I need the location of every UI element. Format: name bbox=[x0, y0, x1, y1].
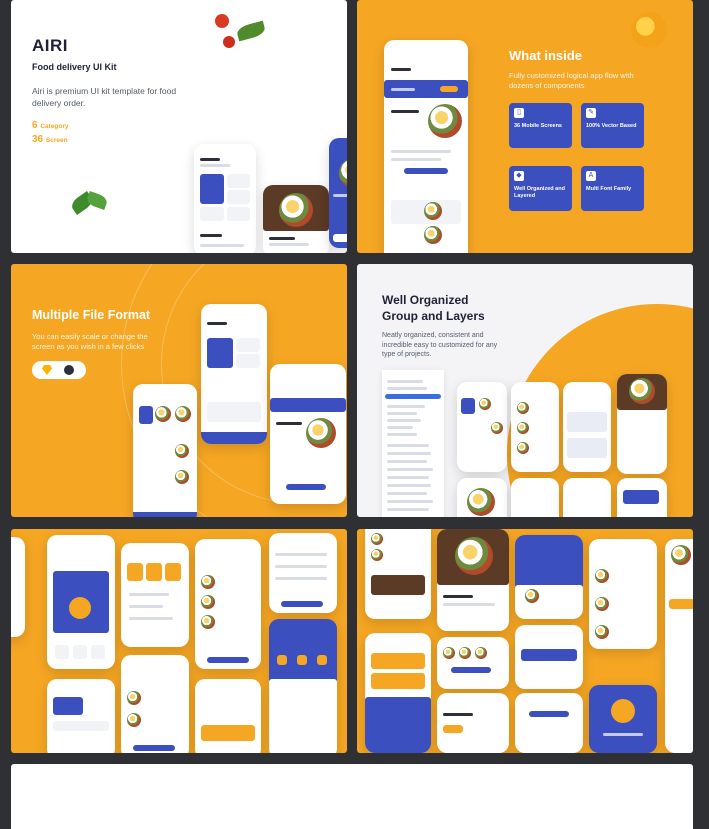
feature-card-font-family: A Multi Font Family bbox=[581, 166, 644, 211]
feature-card-mobile-screens: ▯ 36 Mobile Screens bbox=[509, 103, 572, 148]
feature-label: 36 Mobile Screens bbox=[514, 123, 562, 129]
figma-icon bbox=[64, 365, 74, 375]
source-of-fund-screen-mockup bbox=[515, 625, 583, 689]
mini-screen-mockup bbox=[617, 478, 667, 517]
orange-fruit-decoration bbox=[631, 12, 667, 48]
sketch-icon bbox=[42, 365, 52, 375]
layers-icon: ◆ bbox=[514, 171, 524, 181]
explore-screen-mockup bbox=[133, 384, 197, 517]
stat-category: 6 Category bbox=[32, 120, 69, 131]
explore-screen-mockup bbox=[384, 40, 468, 253]
mini-screen-mockup bbox=[511, 478, 559, 517]
mini-screen-mockup bbox=[511, 382, 559, 472]
kit-description: Airi is premium UI kit template for food… bbox=[32, 86, 177, 108]
order-screen-mockup bbox=[121, 655, 189, 753]
file-format-description: You can easily scale or change the scree… bbox=[32, 332, 148, 351]
food-detail-screen-mockup bbox=[437, 529, 509, 631]
delivery-screen-mockup bbox=[195, 679, 261, 753]
payment-screen-mockup bbox=[47, 679, 115, 753]
kit-title: AIRI bbox=[32, 36, 68, 55]
enter-amount-screen-mockup bbox=[437, 693, 509, 753]
feedback-screen-mockup bbox=[269, 619, 337, 753]
well-organized-tile: Well Organized Group and Layers Neatly o… bbox=[357, 264, 693, 517]
mini-screen-mockup bbox=[617, 374, 667, 474]
cover-tile: AIRI Food delivery UI Kit Airi is premiu… bbox=[11, 0, 347, 253]
file-format-title: Multiple File Format bbox=[32, 308, 151, 322]
list-screen-mockup bbox=[365, 529, 431, 619]
top-up-success-screen-mockup bbox=[589, 685, 657, 753]
stat-screen: 36 Screen bbox=[32, 134, 68, 145]
what-inside-title: What inside bbox=[509, 48, 582, 63]
leaf-decoration bbox=[68, 190, 111, 222]
home-screen-mockup bbox=[201, 304, 267, 444]
partial-screen-mockup bbox=[11, 537, 25, 637]
feature-label: Well Organized and Layered bbox=[514, 186, 565, 199]
mini-screen-mockup bbox=[457, 478, 507, 517]
feature-label: 100% Vector Based bbox=[586, 123, 637, 129]
organized-title-line2: Group and Layers bbox=[382, 309, 485, 323]
what-inside-tile: What inside Fully customized logical app… bbox=[357, 0, 693, 253]
wallets-screen-mockup bbox=[121, 543, 189, 647]
wallet-illustration-icon bbox=[69, 597, 91, 619]
screens-collage-tile-1 bbox=[11, 529, 347, 753]
cart-screen-mockup bbox=[589, 539, 657, 649]
layers-panel bbox=[382, 370, 444, 517]
phone-icon: ▯ bbox=[514, 108, 524, 118]
file-format-tile: Multiple File Format You can easily scal… bbox=[11, 264, 347, 517]
complete-screen-mockup bbox=[365, 633, 431, 753]
screens-collage-tile-2 bbox=[357, 529, 693, 753]
ingredients-screen-mockup bbox=[437, 637, 509, 689]
organized-description: Neatly organized, consistent and incredi… bbox=[382, 332, 498, 358]
stat-category-number: 6 bbox=[32, 120, 38, 131]
vegetable-salad-screen-mockup bbox=[515, 535, 583, 619]
keypad-screen-mockup bbox=[515, 693, 583, 753]
kit-subtitle: Food delivery UI Kit bbox=[32, 62, 117, 72]
stat-category-label: Category bbox=[40, 123, 69, 130]
feature-card-organized-layered: ◆ Well Organized and Layered bbox=[509, 166, 572, 211]
organized-title-line1: Well Organized bbox=[382, 293, 469, 307]
home-screen-mockup bbox=[194, 144, 256, 253]
what-inside-description: Fully customized logical app flow with d… bbox=[509, 71, 634, 90]
expense-screen-mockup bbox=[47, 535, 115, 669]
feature-card-vector-based: ✎ 100% Vector Based bbox=[581, 103, 644, 148]
tomato-decoration bbox=[211, 14, 271, 59]
pen-icon: ✎ bbox=[586, 108, 596, 118]
stat-screen-number: 36 bbox=[32, 134, 44, 145]
stat-screen-label: Screen bbox=[45, 137, 68, 144]
add-card-screen-mockup bbox=[269, 533, 337, 613]
bottom-tile bbox=[11, 764, 693, 829]
product-screen-mockup bbox=[329, 138, 347, 248]
font-icon: A bbox=[586, 171, 596, 181]
mini-screen-mockup bbox=[563, 382, 611, 472]
detail-screen-mockup bbox=[263, 185, 329, 253]
cart-screen-mockup bbox=[195, 539, 261, 669]
top-order-screen-mockup bbox=[270, 364, 346, 504]
mini-screen-mockup bbox=[563, 478, 611, 517]
partial-screen-mockup bbox=[665, 539, 693, 753]
feature-label: Multi Font Family bbox=[586, 186, 632, 192]
file-format-icons bbox=[32, 361, 86, 379]
mini-screen-mockup bbox=[457, 382, 507, 472]
wallet-illustration-icon bbox=[611, 699, 635, 723]
